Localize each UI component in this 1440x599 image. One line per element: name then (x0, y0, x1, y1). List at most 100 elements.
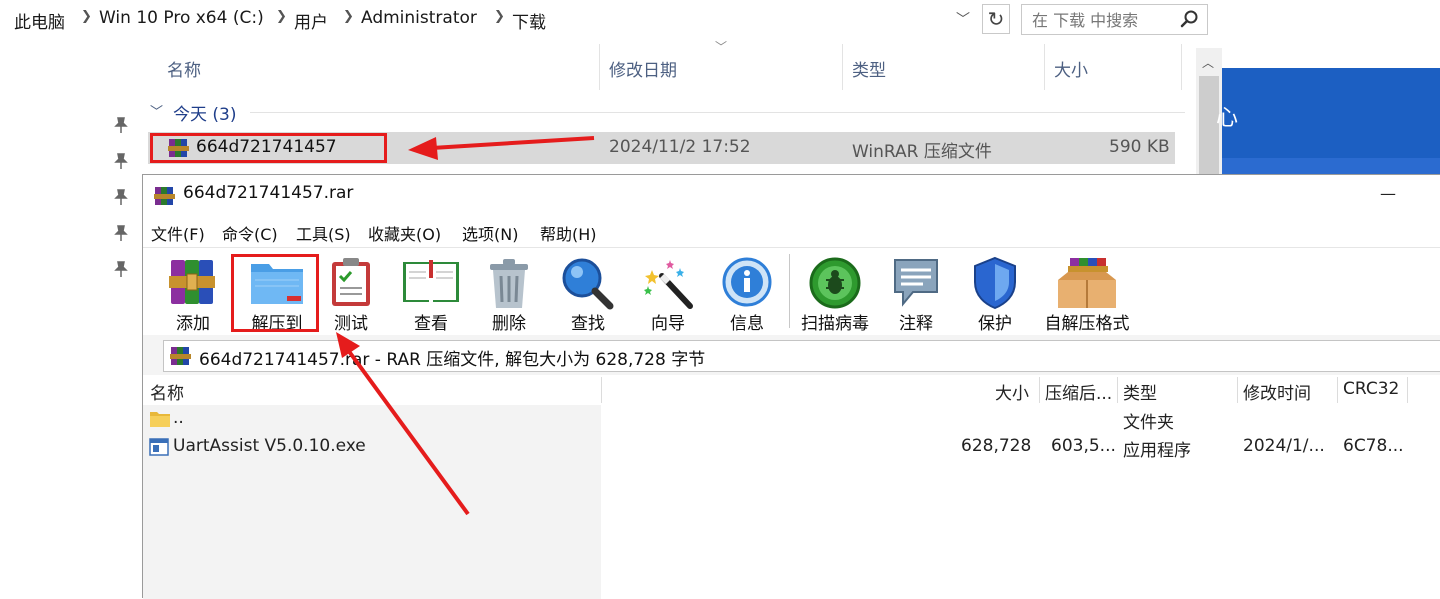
list-header-modified[interactable]: 修改时间 (1243, 379, 1311, 404)
toolbar-find-button[interactable]: 查找 (553, 248, 623, 334)
search-icon (1180, 10, 1198, 28)
pin-icon[interactable] (112, 152, 130, 170)
pin-icon[interactable] (112, 188, 130, 206)
archive-path-bar[interactable]: 664d721741457.rar - RAR 压缩文件, 解包大小为 628,… (163, 340, 1440, 372)
winrar-window: 664d721741457.rar — 文件(F) 命令(C) 工具(S) 收藏… (142, 174, 1440, 599)
column-divider[interactable] (842, 44, 843, 90)
column-divider[interactable] (1407, 377, 1408, 403)
breadcrumb-users[interactable]: 用户 (294, 8, 328, 33)
view-book-icon (403, 260, 459, 302)
toolbar-test-button[interactable]: 测试 (319, 248, 383, 334)
pin-icon[interactable] (112, 116, 130, 134)
breadcrumb-separator-icon: ❯ (276, 9, 287, 24)
toolbar-view-button[interactable]: 查看 (393, 248, 469, 334)
column-divider[interactable] (601, 377, 602, 403)
list-header-size[interactable]: 大小 (995, 379, 1029, 404)
column-header-modified[interactable]: 修改日期 (609, 56, 677, 81)
menu-options[interactable]: 选项(N) (462, 221, 518, 245)
toolbar-delete-button[interactable]: 删除 (475, 248, 543, 334)
breadcrumb-downloads[interactable]: 下载 (512, 8, 546, 33)
menu-favorites[interactable]: 收藏夹(O) (368, 221, 441, 245)
toolbar-info-label: 信息 (730, 314, 764, 334)
column-divider[interactable] (1039, 377, 1040, 403)
address-bar[interactable]: 此电脑 ❯ Win 10 Pro x64 (C:) ❯ 用户 ❯ Adminis… (0, 0, 1010, 38)
toolbar-sfx-label: 自解压格式 (1044, 314, 1130, 334)
column-divider[interactable] (1337, 377, 1338, 403)
file-type: WinRAR 压缩文件 (852, 142, 992, 162)
pin-icon[interactable] (112, 224, 130, 242)
breadcrumb-drive-c[interactable]: Win 10 Pro x64 (C:) (99, 8, 264, 28)
file-size: 590 KB (1109, 137, 1170, 157)
menu-file[interactable]: 文件(F) (151, 221, 205, 245)
row-size: 628,728 (961, 436, 1032, 456)
toolbar-find-label: 查找 (571, 314, 605, 334)
pin-icon[interactable] (112, 260, 130, 278)
sfx-box-icon (1058, 258, 1116, 308)
menu-help[interactable]: 帮助(H) (540, 221, 597, 245)
winrar-archive-icon (170, 347, 191, 365)
list-header-name[interactable]: 名称 (150, 379, 184, 404)
search-input[interactable] (1030, 8, 1174, 32)
menu-commands[interactable]: 命令(C) (222, 221, 278, 245)
column-divider[interactable] (1237, 377, 1238, 403)
magnifier-icon (562, 258, 614, 310)
breadcrumb-separator-icon: ❯ (81, 9, 92, 24)
menu-tools[interactable]: 工具(S) (296, 221, 351, 245)
column-divider[interactable] (1044, 44, 1045, 90)
list-header-crc[interactable]: CRC32 (1343, 379, 1399, 399)
exe-file-icon (149, 438, 169, 456)
toolbar-wizard-label: 向导 (651, 314, 685, 334)
add-archive-icon (169, 260, 215, 304)
list-header-row: 名称 大小 压缩后... 类型 修改时间 CRC32 (143, 375, 1440, 405)
row-modified: 2024/1/... (1243, 436, 1325, 456)
search-box[interactable] (1021, 4, 1208, 35)
group-label: 今天 (3) (173, 105, 237, 125)
background-window-text: 心 (1216, 106, 1239, 131)
test-clipboard-icon (332, 258, 370, 306)
list-header-packed[interactable]: 压缩后... (1045, 379, 1112, 404)
column-divider[interactable] (599, 44, 600, 90)
sort-chevron-icon: ﹀ (715, 40, 728, 54)
toolbar-separator (789, 254, 790, 328)
toolbar-test-label: 测试 (334, 314, 368, 334)
toolbar-virus-scan-button[interactable]: 扫描病毒 (795, 248, 875, 334)
column-header-name[interactable]: 名称 (167, 56, 201, 81)
chevron-down-icon[interactable]: ﹀ (956, 9, 970, 29)
breadcrumb-administrator[interactable]: Administrator (361, 8, 477, 28)
toolbar-wizard-button[interactable]: 向导 (633, 248, 703, 334)
list-row-parent-folder[interactable]: .. 文件夹 (143, 405, 1440, 433)
column-header-size[interactable]: 大小 (1054, 56, 1088, 81)
highlight-box (150, 133, 387, 163)
chevron-down-icon[interactable]: ﹀ (150, 101, 163, 120)
column-divider[interactable] (1181, 44, 1182, 90)
refresh-button[interactable]: ↻ (982, 4, 1010, 34)
toolbar-sfx-button[interactable]: 自解压格式 (1037, 248, 1137, 334)
toolbar-add-button[interactable]: 添加 (155, 248, 231, 334)
row-crc: 6C78... (1343, 436, 1404, 456)
breadcrumb-this-pc[interactable]: 此电脑 (14, 8, 65, 33)
window-title: 664d721741457.rar (183, 183, 354, 203)
highlight-box (231, 254, 319, 332)
group-header-today[interactable]: ﹀ 今天 (3) (150, 100, 1185, 125)
background-window[interactable] (1222, 68, 1440, 158)
breadcrumb-separator-icon: ❯ (343, 9, 354, 24)
title-bar[interactable]: 664d721741457.rar — (143, 175, 1440, 215)
magic-wand-icon (644, 260, 693, 309)
list-header-type[interactable]: 类型 (1123, 379, 1157, 404)
minimize-icon: — (1380, 184, 1396, 203)
shield-icon (974, 256, 1016, 310)
column-divider[interactable] (1117, 377, 1118, 403)
column-header-type[interactable]: 类型 (852, 56, 886, 81)
comment-icon (894, 259, 938, 307)
scroll-up-icon[interactable]: ︿ (1202, 54, 1214, 71)
toolbar-info-button[interactable]: 信息 (713, 248, 781, 334)
minimize-button[interactable]: — (1373, 179, 1403, 209)
toolbar: 添加 解压到 测试 查看 删除 查找 向导 信息 扫描病毒 注释 保护 自解压格… (143, 247, 1440, 335)
toolbar-comment-button[interactable]: 注释 (883, 248, 949, 334)
toolbar-protect-button[interactable]: 保护 (961, 248, 1029, 334)
file-modified: 2024/11/2 17:52 (609, 137, 751, 157)
toolbar-delete-label: 删除 (492, 314, 526, 334)
row-name: .. (173, 408, 184, 428)
list-row-exe[interactable]: UartAssist V5.0.10.exe 628,728 603,5... … (143, 433, 1440, 461)
group-divider (250, 112, 1185, 113)
